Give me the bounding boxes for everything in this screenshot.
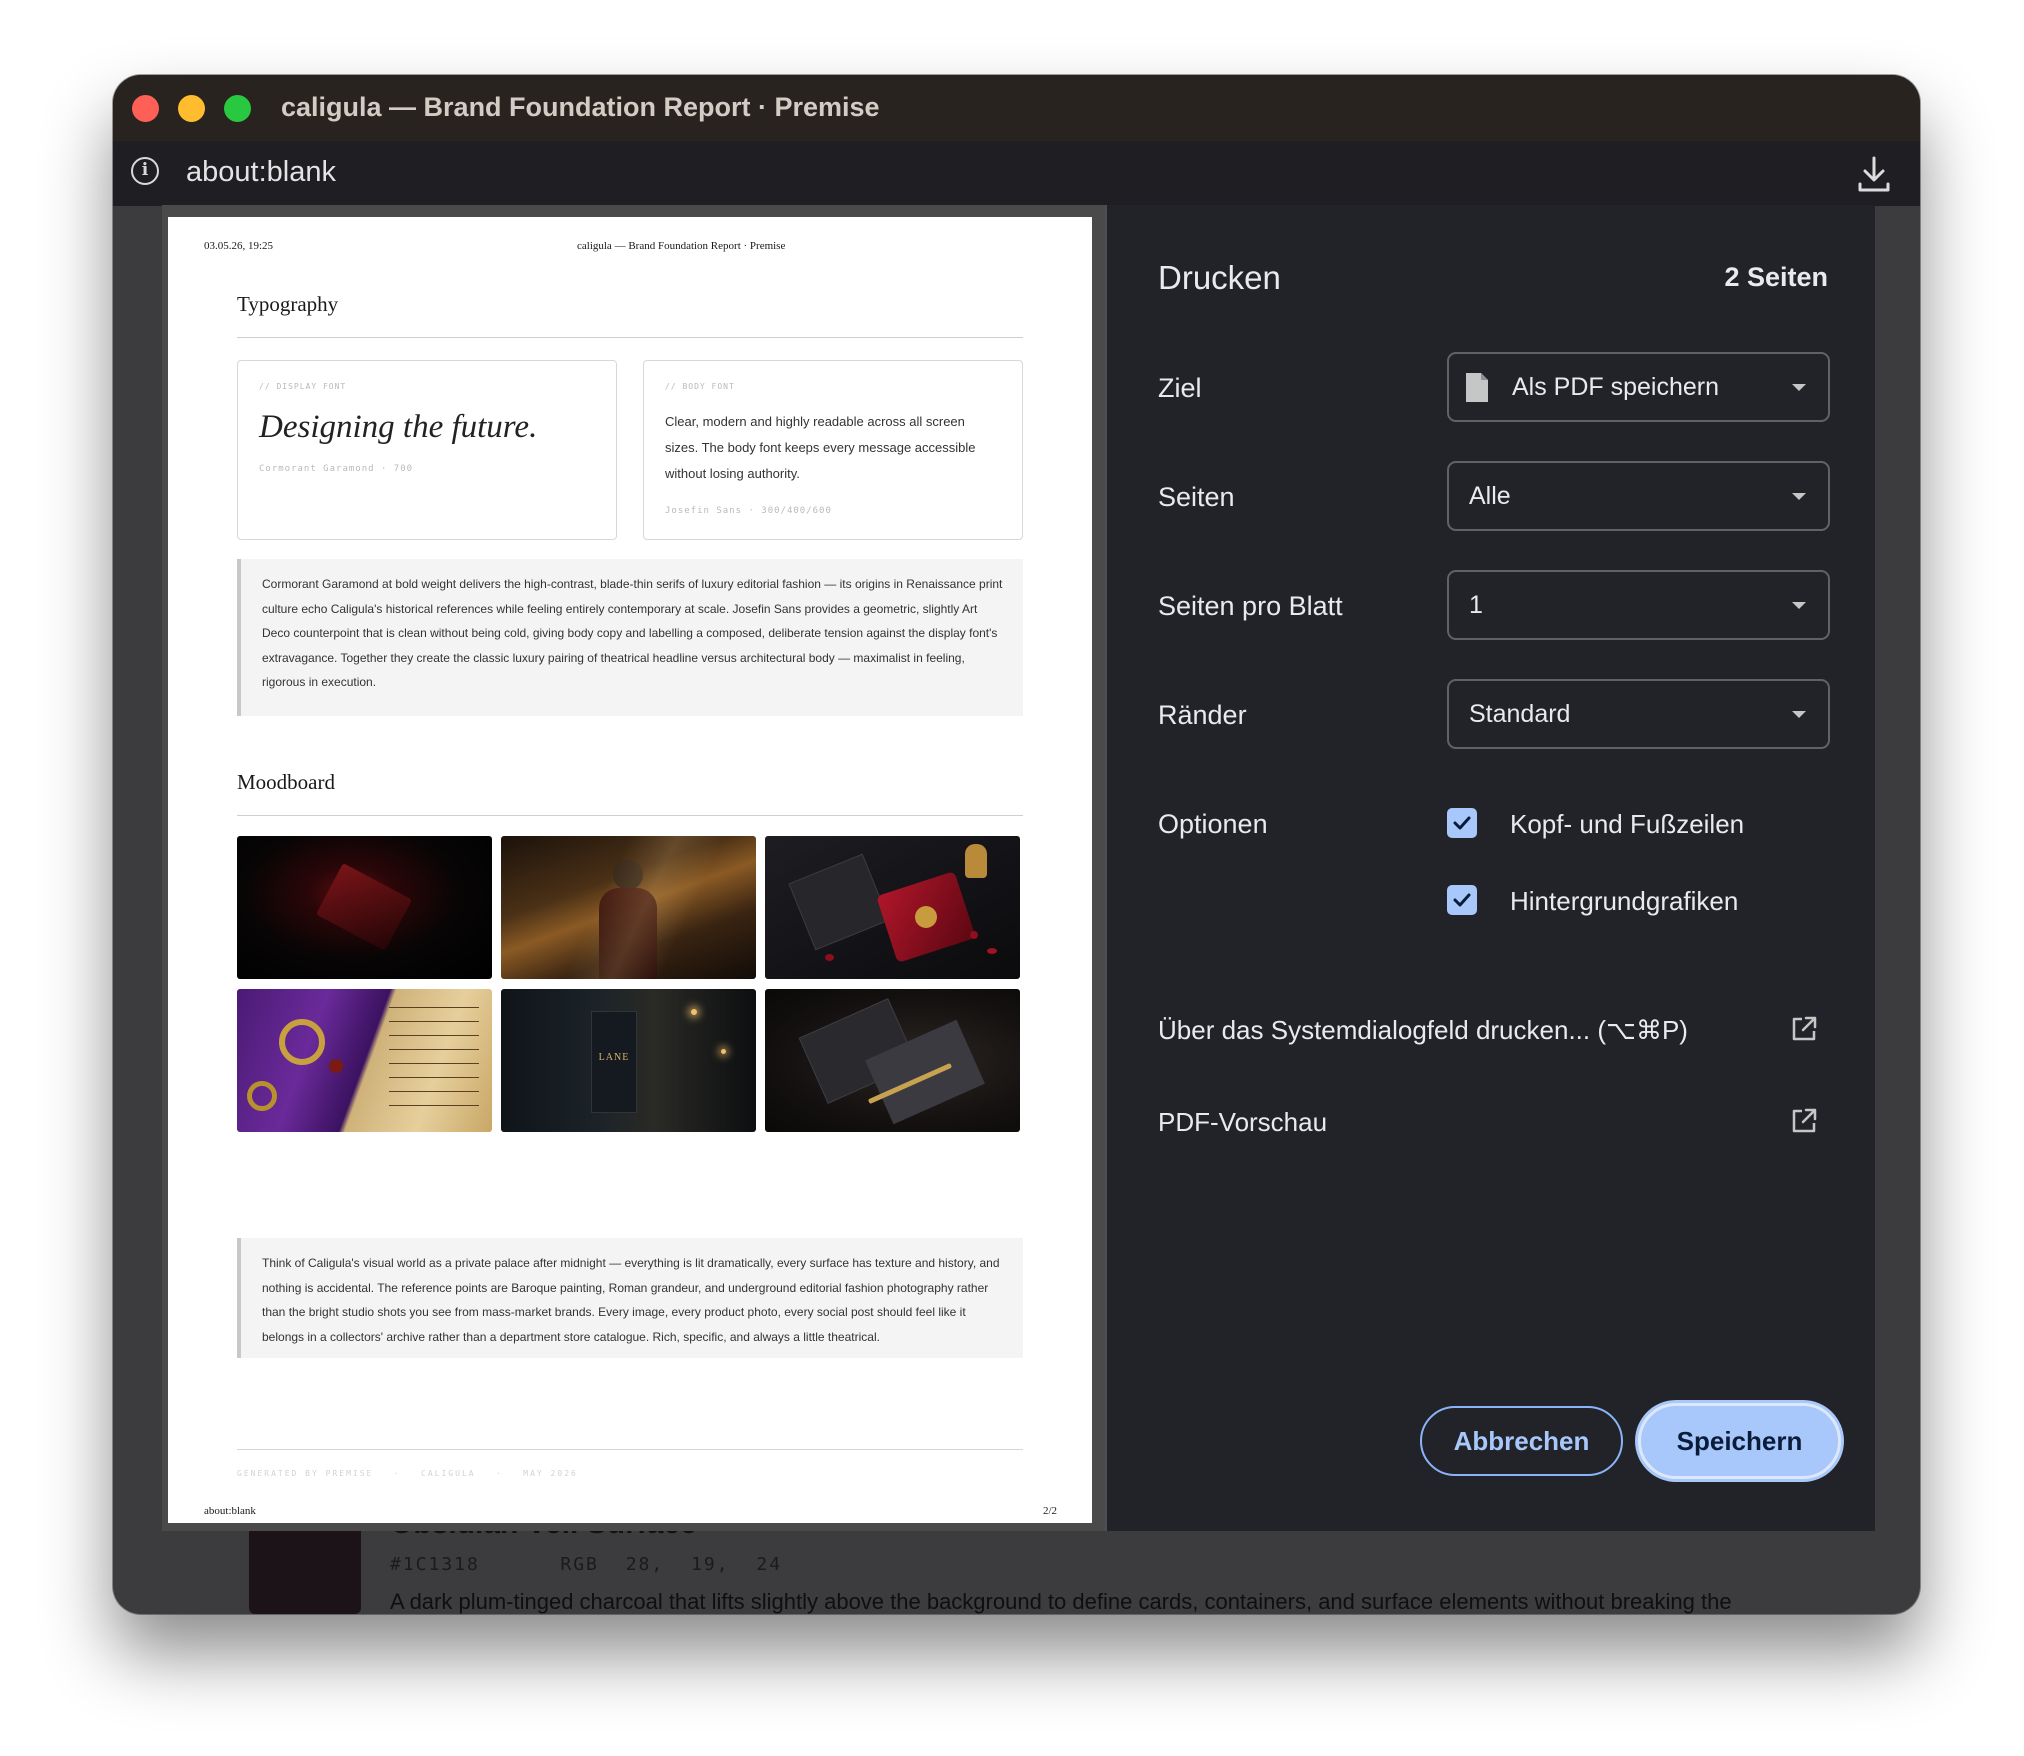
destination-value: Als PDF speichern — [1512, 373, 1720, 401]
divider — [237, 337, 1023, 338]
divider — [237, 815, 1023, 816]
street-light — [691, 1009, 697, 1015]
gold-embroidery — [247, 1081, 277, 1111]
moodboard-heading: Moodboard — [237, 770, 335, 794]
candlelit-palace-figure-image — [501, 836, 756, 979]
window-title: caligula — Brand Foundation Report · Pre… — [281, 92, 880, 122]
generated-by: GENERATED BY PREMISE · CALIGULA · MAY 20… — [237, 1469, 578, 1478]
rose-petal — [825, 954, 834, 961]
page-count: 2 Seiten — [1724, 262, 1828, 292]
page-header-title: caligula — Brand Foundation Report · Pre… — [577, 240, 786, 252]
gold-embroidery — [279, 1019, 325, 1065]
checkmark-icon — [1453, 816, 1471, 830]
moodboard-note: Think of Caligula's visual world as a pr… — [237, 1238, 1023, 1358]
background-graphics-checkbox[interactable] — [1447, 885, 1477, 915]
url-text[interactable]: about:blank — [186, 156, 336, 189]
print-settings-pane: Drucken 2 Seiten Ziel Als PDF speichern … — [1105, 205, 1875, 1531]
sign-board: LANE — [591, 1011, 637, 1113]
display-font-card: // DISPLAY FONT Designing the future. Co… — [237, 360, 617, 540]
system-dialog-link[interactable]: Über das Systemdialogfeld drucken... (⌥⌘… — [1158, 1015, 1688, 1046]
rose-petal — [987, 948, 997, 954]
print-preview-pane: 03.05.26, 19:25 caligula — Brand Foundat… — [162, 205, 1105, 1531]
wax-seal — [915, 906, 937, 928]
red-jewel — [329, 1059, 343, 1073]
pages-value: Alle — [1469, 482, 1511, 510]
light-beam — [501, 836, 756, 979]
pages-select[interactable]: Alle — [1447, 461, 1830, 531]
pages-label: Seiten — [1158, 482, 1235, 512]
headers-footers-checkbox[interactable] — [1447, 808, 1477, 838]
destination-label: Ziel — [1158, 373, 1202, 403]
manuscript-lines — [389, 1007, 479, 1008]
print-dialog: 03.05.26, 19:25 caligula — Brand Foundat… — [162, 205, 1875, 1531]
body-font-sample: Clear, modern and highly readable across… — [665, 414, 976, 481]
chevron-down-icon — [1792, 384, 1806, 391]
pages-per-sheet-value: 1 — [1469, 591, 1483, 619]
color-description: A dark plum-tinged charcoal that lifts s… — [390, 1589, 1732, 1614]
margins-select[interactable]: Standard — [1447, 679, 1830, 749]
sign-text: LANE — [598, 1052, 630, 1063]
cancel-button[interactable]: Abbrechen — [1420, 1406, 1623, 1476]
options-label: Optionen — [1158, 809, 1268, 839]
display-font-sample: Designing the future. — [259, 409, 538, 445]
save-button[interactable]: Speichern — [1638, 1403, 1841, 1479]
color-hex: #1C1318 — [390, 1554, 480, 1575]
seal-stamp — [965, 844, 987, 878]
destination-select[interactable]: Als PDF speichern — [1447, 352, 1830, 422]
display-font-meta: Cormorant Garamond · 700 — [259, 464, 414, 474]
checkmark-icon — [1453, 893, 1471, 907]
typography-heading: Typography — [237, 292, 339, 316]
info-icon[interactable]: i — [131, 157, 159, 185]
black-card — [788, 853, 890, 951]
body-font-card: // BODY FONT Clear, modern and highly re… — [643, 360, 1023, 540]
body-font-meta: Josefin Sans · 300/400/600 — [665, 506, 832, 516]
margins-value: Standard — [1469, 700, 1571, 728]
body-font-label: // BODY FONT — [665, 382, 735, 391]
preview-page: 03.05.26, 19:25 caligula — Brand Foundat… — [168, 217, 1092, 1523]
external-link-icon[interactable] — [1790, 1015, 1818, 1043]
street-light — [721, 1049, 726, 1054]
wax-seal-stationery-image — [765, 836, 1020, 979]
chevron-down-icon — [1792, 493, 1806, 500]
chevron-down-icon — [1792, 602, 1806, 609]
address-bar: i about:blank — [113, 141, 1920, 206]
color-swatch — [249, 1522, 361, 1614]
color-codes: #1C1318 RGB 28, 19, 24 — [390, 1554, 782, 1575]
typography-note: Cormorant Garamond at bold weight delive… — [237, 559, 1023, 716]
dark-envelope-pen-image — [765, 989, 1020, 1132]
download-icon[interactable] — [1856, 155, 1892, 195]
color-rgb: RGB 28, 19, 24 — [560, 1554, 783, 1575]
browser-window: caligula — Brand Foundation Report · Pre… — [113, 75, 1920, 1614]
pages-per-sheet-label: Seiten pro Blatt — [1158, 591, 1343, 621]
zoom-window-button[interactable] — [224, 95, 251, 122]
baroque-embroidery-parchment-image — [237, 989, 492, 1132]
red-lacquer-menu-image — [237, 836, 492, 979]
minimize-window-button[interactable] — [178, 95, 205, 122]
divider — [237, 1449, 1023, 1450]
lane-night-sign-image: LANE — [501, 989, 756, 1132]
page-number: 2/2 — [1043, 1505, 1058, 1517]
close-window-button[interactable] — [132, 95, 159, 122]
dialog-title: Drucken — [1158, 259, 1281, 296]
external-link-icon[interactable] — [1790, 1107, 1818, 1135]
display-font-label: // DISPLAY FONT — [259, 382, 347, 391]
pdf-preview-link[interactable]: PDF-Vorschau — [1158, 1107, 1327, 1138]
headers-footers-label[interactable]: Kopf- und Fußzeilen — [1510, 809, 1744, 840]
file-icon — [1466, 373, 1488, 402]
margins-label: Ränder — [1158, 700, 1247, 730]
menu-card-shape — [315, 863, 413, 951]
rose-petal — [970, 931, 978, 939]
page-timestamp: 03.05.26, 19:25 — [204, 240, 274, 252]
page-footer-url: about:blank — [204, 1505, 256, 1517]
background-graphics-label[interactable]: Hintergrundgrafiken — [1510, 886, 1738, 917]
chevron-down-icon — [1792, 711, 1806, 718]
pages-per-sheet-select[interactable]: 1 — [1447, 570, 1830, 640]
title-bar: caligula — Brand Foundation Report · Pre… — [113, 75, 1920, 141]
